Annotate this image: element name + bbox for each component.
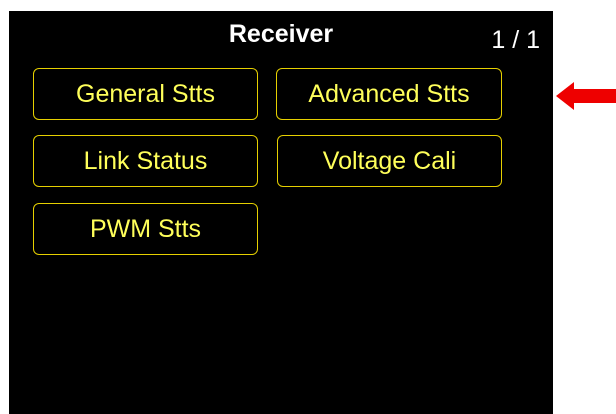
voltage-cali-button[interactable]: Voltage Cali	[277, 135, 502, 187]
advanced-stts-button[interactable]: Advanced Stts	[276, 68, 502, 120]
general-stts-button[interactable]: General Stts	[33, 68, 258, 120]
red-arrow-left-icon	[556, 82, 616, 110]
link-status-button[interactable]: Link Status	[33, 135, 258, 187]
screen-title: Receiver	[228, 20, 334, 48]
page-indicator: 1 / 1	[491, 26, 540, 54]
pwm-stts-button[interactable]: PWM Stts	[33, 203, 258, 255]
receiver-screen: Receiver 1 / 1 General Stts Advanced Stt…	[9, 11, 553, 414]
